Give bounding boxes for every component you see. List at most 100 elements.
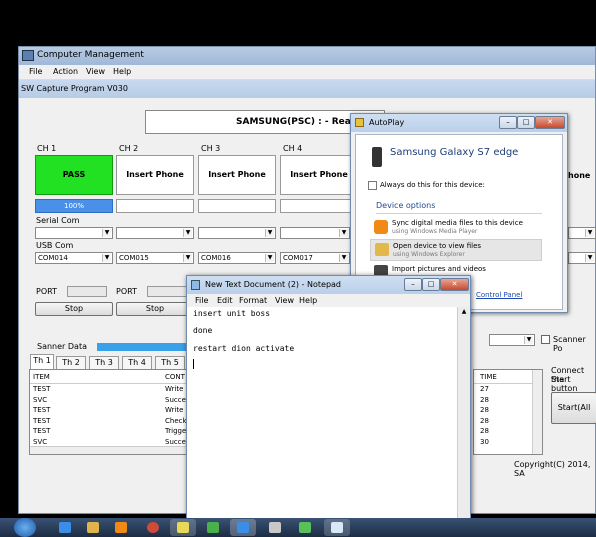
taskbar-app-5[interactable]: [292, 519, 318, 536]
ch4-progress: [280, 199, 358, 213]
scanner-port-checkbox[interactable]: [541, 335, 550, 344]
serial-com-select-4[interactable]: ▼: [280, 227, 350, 239]
taskbar: [0, 518, 596, 537]
taskbar-explorer[interactable]: [80, 519, 106, 536]
channel-5-status-partial: hone: [568, 171, 591, 180]
computer-management-icon: [22, 50, 34, 61]
menu-file[interactable]: File: [195, 296, 208, 305]
horizontal-scrollbar[interactable]: [30, 446, 194, 454]
taskbar-app-3[interactable]: [230, 519, 256, 536]
vertical-scrollbar[interactable]: [532, 370, 542, 454]
menu-action[interactable]: Action: [53, 67, 78, 76]
close-button[interactable]: ✕: [535, 116, 565, 129]
taskbar-chrome[interactable]: [140, 519, 166, 536]
device-name: Samsung Galaxy S7 edge: [390, 147, 519, 158]
taskbar-app-4[interactable]: [262, 519, 288, 536]
taskbar-app-1[interactable]: [170, 519, 196, 536]
control-panel-link[interactable]: Control Panel: [476, 291, 522, 299]
usb-com-select-4[interactable]: COM017 ▼: [280, 252, 350, 264]
scanner-port-select[interactable]: ▼: [489, 334, 535, 346]
menu-help[interactable]: Help: [299, 296, 317, 305]
menu-edit[interactable]: Edit: [217, 296, 233, 305]
serial-com-select-3[interactable]: ▼: [198, 227, 276, 239]
stop-button-2[interactable]: Stop: [116, 302, 194, 316]
taskbar-ie[interactable]: [52, 519, 78, 536]
chevron-down-icon: ▼: [265, 254, 274, 262]
tab-th1[interactable]: Th 1: [30, 354, 54, 369]
scroll-up-icon[interactable]: ▲: [459, 308, 469, 318]
cell-time: 27: [480, 385, 489, 393]
cell-time: 28: [480, 395, 489, 404]
menu-format[interactable]: Format: [239, 296, 267, 305]
start-orb-icon[interactable]: [14, 518, 36, 537]
cell-cont: Write: [165, 406, 184, 414]
tab-th2[interactable]: Th 2: [56, 356, 86, 369]
minimize-button[interactable]: –: [404, 278, 422, 291]
app-icon: [269, 522, 281, 533]
cell-item: TEST: [33, 416, 51, 425]
chevron-down-icon: ▼: [585, 254, 594, 262]
ch1-label: CH 1: [37, 144, 57, 153]
folder-icon: [87, 522, 99, 533]
copyright-text: Copyright(C) 2014, SA: [514, 460, 591, 478]
option-sync-media[interactable]: Sync digital media files to this device …: [370, 217, 542, 239]
option-title: Open device to view files: [393, 242, 482, 250]
serial-com-select-1[interactable]: ▼: [35, 227, 113, 239]
usb-com-value-2: COM015: [119, 254, 149, 262]
always-do-label: Always do this for this device:: [380, 181, 485, 189]
cell-item: TEST: [33, 427, 51, 435]
maximize-button[interactable]: □: [517, 116, 535, 129]
ch3-progress: [198, 199, 276, 213]
ch2-progress: [116, 199, 194, 213]
serial-com-select-5[interactable]: ▼: [568, 227, 596, 239]
usb-com-value-1: COM014: [38, 254, 68, 262]
close-button[interactable]: ✕: [440, 278, 469, 291]
chevron-down-icon: ▼: [183, 229, 192, 237]
chrome-icon: [147, 522, 159, 533]
option-sub: using Windows Media Player: [392, 228, 478, 235]
text-line: restart dion activate: [193, 344, 295, 353]
tab-th3[interactable]: Th 3: [89, 356, 119, 369]
menu-view[interactable]: View: [275, 296, 294, 305]
text-cursor: [193, 359, 194, 369]
window-title: Computer Management: [37, 50, 144, 60]
taskbar-notepad[interactable]: [324, 519, 350, 536]
menu-file[interactable]: File: [29, 67, 42, 76]
cell-cont: Check: [165, 416, 187, 425]
scanner-port-label: Scanner Po: [553, 335, 586, 353]
title-bar[interactable]: Computer Management: [19, 47, 595, 65]
usb-com-select-5[interactable]: ▼: [568, 252, 596, 264]
tab-th4[interactable]: Th 4: [122, 356, 152, 369]
menu-help[interactable]: Help: [113, 67, 131, 76]
phone-icon: [372, 147, 382, 167]
cell-cont: Write: [165, 385, 184, 393]
maximize-button[interactable]: □: [422, 278, 440, 291]
log-table-time[interactable]: TIME 27 28 28 28 28 30: [473, 369, 543, 455]
col-cont-header: CONT: [165, 373, 185, 381]
autoplay-title-bar[interactable]: AutoPlay – □ ✕: [351, 114, 567, 132]
always-do-checkbox[interactable]: [368, 181, 377, 190]
notepad-title: New Text Document (2) - Notepad: [205, 280, 342, 289]
notepad-title-bar[interactable]: New Text Document (2) - Notepad – □ ✕: [187, 276, 470, 294]
usb-com-select-3[interactable]: COM016 ▼: [198, 252, 276, 264]
banner-text: SAMSUNG(PSC) : - Rea: [236, 117, 351, 127]
notepad-text-area[interactable]: insert unit boss done restart dion activ…: [191, 307, 453, 529]
taskbar-media[interactable]: [108, 519, 134, 536]
chevron-down-icon: ▼: [524, 336, 533, 344]
stop-button-1[interactable]: Stop: [35, 302, 113, 316]
usb-com-select-1[interactable]: COM014 ▼: [35, 252, 113, 264]
folder-icon: [375, 243, 389, 256]
usb-com-select-2[interactable]: COM015 ▼: [116, 252, 194, 264]
app-title-bar: SW Capture Program V030: [19, 80, 595, 98]
cell-cont: Succe: [165, 395, 186, 404]
tab-th5[interactable]: Th 5: [155, 356, 185, 369]
menu-view[interactable]: View: [86, 67, 105, 76]
log-table[interactable]: ITEM CONT TEST Write SVC Succe TEST Writ…: [29, 369, 195, 455]
chevron-down-icon: ▼: [183, 254, 192, 262]
option-open-device[interactable]: Open device to view files using Windows …: [370, 239, 542, 261]
taskbar-app-2[interactable]: [200, 519, 226, 536]
minimize-button[interactable]: –: [499, 116, 517, 129]
start-all-button[interactable]: Start(All: [551, 392, 596, 424]
serial-com-select-2[interactable]: ▼: [116, 227, 194, 239]
vertical-scrollbar[interactable]: ▲ ▼: [457, 307, 470, 535]
